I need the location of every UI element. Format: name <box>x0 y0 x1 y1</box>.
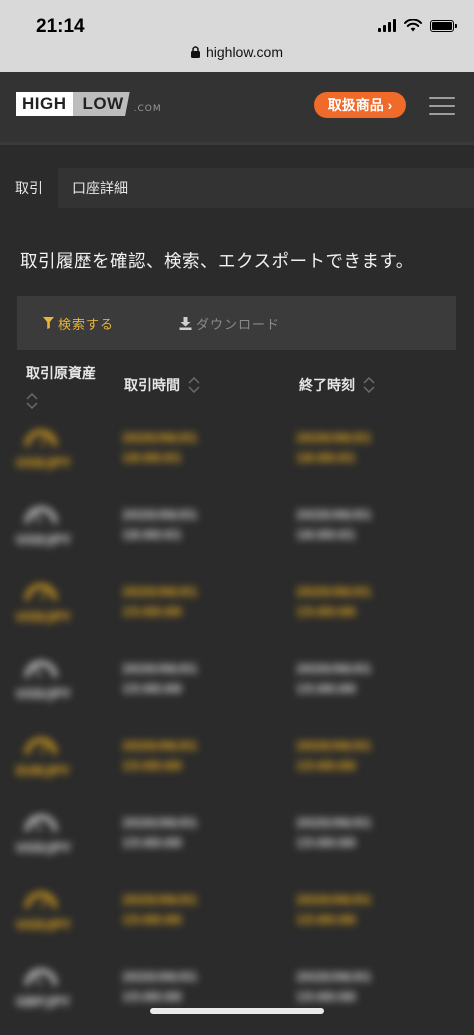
column-header-end-time[interactable]: 終了時刻 <box>299 375 375 395</box>
sort-icon[interactable] <box>26 393 38 409</box>
search-button[interactable]: 検索する <box>43 296 114 350</box>
trade-time-cell: 2020/06/01 15:00:00 <box>122 816 198 850</box>
page-description: 取引履歴を確認、検索、エクスポートできます。 <box>20 252 414 272</box>
sort-icon[interactable] <box>188 377 200 393</box>
tab-trades[interactable]: 取引 <box>0 168 58 208</box>
trade-time-cell: 2020/06/01 18:00:01 <box>122 508 198 542</box>
logo-com: .COM <box>133 104 162 114</box>
download-label: ダウンロード <box>196 317 281 333</box>
asset-pair: USD/JPY <box>16 841 71 855</box>
gauge-icon <box>25 661 57 678</box>
search-label: 検索する <box>58 317 115 333</box>
wifi-icon <box>404 19 422 32</box>
logo-high: HIGH <box>16 92 73 116</box>
column-label-end-time: 終了時刻 <box>299 378 355 394</box>
end-time-cell: 2020/06/01 18:00:01 <box>296 431 372 465</box>
trade-time-cell: 2020/06/01 15:00:00 <box>122 970 198 1004</box>
filter-icon <box>43 317 54 329</box>
gauge-icon <box>25 430 57 447</box>
gauge-icon <box>25 507 57 524</box>
history-toolbar: 検索する ダウンロード <box>17 296 456 350</box>
asset-pair: USD/JPY <box>16 687 71 701</box>
lock-icon <box>190 46 200 58</box>
logo-low: LOW <box>72 92 130 116</box>
table-row[interactable]: USD/JPY 2020/06/01 15:00:00 2020/06/01 15:… <box>0 882 474 958</box>
column-label-asset: 取引原資産 <box>26 366 96 382</box>
address-bar[interactable]: highlow.com <box>0 44 474 60</box>
asset-pair: USD/JPY <box>16 533 71 547</box>
end-time-cell: 2020/06/01 18:00:01 <box>296 508 372 542</box>
asset-pair: USD/JPY <box>16 610 71 624</box>
status-time: 21:14 <box>36 16 85 37</box>
trade-time-cell: 2020/06/01 15:00:00 <box>122 739 198 773</box>
column-header-asset[interactable]: 取引原資産 <box>26 364 96 409</box>
gauge-icon <box>25 969 57 986</box>
gauge-icon <box>25 738 57 755</box>
download-icon <box>179 316 192 330</box>
asset-pair: USD/JPY <box>16 456 71 470</box>
end-time-cell: 2020/06/01 15:00:00 <box>296 970 372 1004</box>
battery-icon <box>430 19 457 32</box>
status-bar: 21:14 highlow.com <box>0 0 474 72</box>
table-row[interactable]: EUR/JPY 2020/06/01 15:00:00 2020/06/01 15:… <box>0 728 474 804</box>
hamburger-menu-icon[interactable] <box>429 97 455 115</box>
table-row[interactable]: USD/JPY 2020/06/01 18:00:01 2020/06/01 18:… <box>0 420 474 496</box>
download-button[interactable]: ダウンロード <box>179 296 280 350</box>
account-tabs: 取引 口座詳細 <box>0 168 474 208</box>
table-row[interactable]: USD/JPY 2020/06/01 15:00:00 2020/06/01 15:… <box>0 574 474 650</box>
products-button[interactable]: 取扱商品 › <box>314 92 406 118</box>
trade-time-cell: 2020/06/01 15:00:00 <box>122 662 198 696</box>
column-label-trade-time: 取引時間 <box>124 378 180 394</box>
gauge-icon <box>25 892 57 909</box>
trade-time-cell: 2020/06/01 15:00:00 <box>122 893 198 927</box>
url-text: highlow.com <box>205 44 284 60</box>
column-header-trade-time[interactable]: 取引時間 <box>124 375 200 395</box>
tab-account-details[interactable]: 口座詳細 <box>72 168 128 208</box>
table-row[interactable]: USD/JPY 2020/06/01 18:00:01 2020/06/01 18:… <box>0 497 474 573</box>
trade-time-cell: 2020/06/01 18:00:01 <box>122 431 198 465</box>
table-row[interactable]: USD/JPY 2020/06/01 15:00:00 2020/06/01 15:… <box>0 805 474 881</box>
asset-pair: EUR/JPY <box>16 764 70 778</box>
site-header: HIGH LOW .COM 取扱商品 › <box>0 72 474 145</box>
signal-icon <box>378 19 396 32</box>
highlow-logo[interactable]: HIGH LOW .COM <box>16 92 162 116</box>
asset-pair: USD/JPY <box>16 918 71 932</box>
sort-icon[interactable] <box>363 377 375 393</box>
gauge-icon <box>25 584 57 601</box>
end-time-cell: 2020/06/01 15:00:00 <box>296 816 372 850</box>
trade-time-cell: 2020/06/01 15:00:00 <box>122 585 198 619</box>
asset-pair: GBP/JPY <box>16 995 71 1009</box>
gauge-icon <box>25 815 57 832</box>
status-icons <box>378 19 457 32</box>
table-row[interactable]: USD/JPY 2020/06/01 15:00:00 2020/06/01 15:… <box>0 651 474 727</box>
end-time-cell: 2020/06/01 15:00:00 <box>296 893 372 927</box>
end-time-cell: 2020/06/01 15:00:00 <box>296 585 372 619</box>
end-time-cell: 2020/06/01 15:00:00 <box>296 739 372 773</box>
end-time-cell: 2020/06/01 15:00:00 <box>296 662 372 696</box>
home-indicator[interactable] <box>150 1008 324 1014</box>
